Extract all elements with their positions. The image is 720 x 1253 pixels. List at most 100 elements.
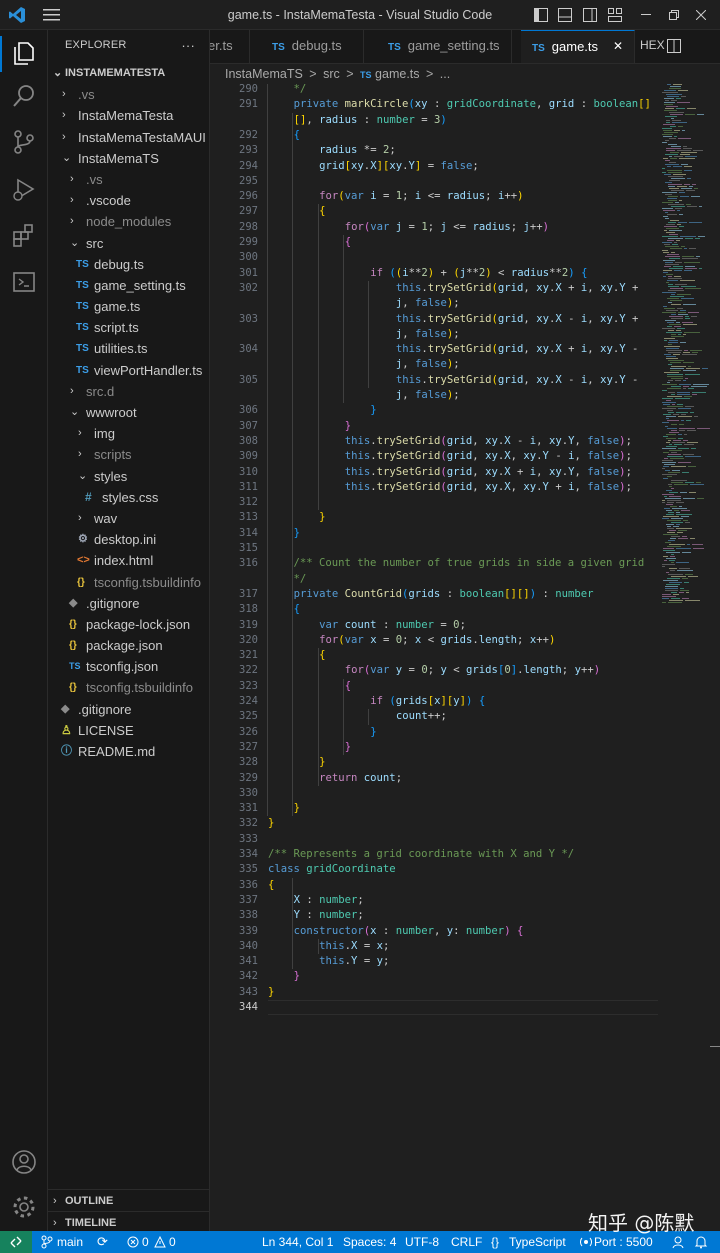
minimap-line [671,294,675,295]
tree-folder[interactable]: › .vs [48,84,209,105]
tree-file[interactable]: {} package.json [48,635,209,656]
minimap-line [671,518,683,519]
tab-debug[interactable]: TS debug.ts [250,30,364,63]
minimize-icon[interactable] [641,14,651,16]
remote-indicator[interactable] [0,1231,32,1253]
extensions-icon[interactable] [10,222,38,250]
split-editor-icon[interactable] [667,39,681,53]
hex-editor-button[interactable]: HEX [640,30,665,61]
tree-file[interactable]: TS game.ts [48,296,209,317]
minimap-line [671,178,685,179]
vertical-scrollbar[interactable] [710,84,720,1231]
tree-folder[interactable]: › InstaMemaTesta [48,105,209,126]
explorer-title: EXPLORER [65,39,127,51]
close-window-icon[interactable] [696,10,706,20]
terminal-icon[interactable] [10,268,38,296]
code-line: } [293,526,300,539]
close-tab-icon[interactable]: ✕ [613,31,623,62]
explorer-icon[interactable] [10,38,38,66]
tab-game[interactable]: TS game.ts ✕ [521,30,635,63]
accounts-status-icon[interactable] [671,1235,685,1249]
tree-file[interactable]: TS script.ts [48,317,209,338]
tree-file[interactable]: {} tsconfig.tsbuildinfo [48,572,209,593]
tree-file[interactable]: # styles.css [48,487,209,508]
notifications-bell-icon[interactable] [694,1235,708,1249]
error-count[interactable]: 0 [142,1231,149,1253]
minimap-line [679,430,685,431]
tree-folder[interactable]: ⌄ styles [48,466,209,487]
source-control-icon[interactable] [10,128,38,156]
tree-file[interactable]: TS viewPortHandler.ts [48,360,209,381]
workspace-root[interactable]: ⌄ INSTAMEMATESTA [48,63,209,84]
tree-folder[interactable]: › src.d [48,381,209,402]
minimap-line [673,594,679,595]
branch-name[interactable]: main [57,1231,83,1253]
timeline-section[interactable]: › TIMELINE [48,1211,209,1231]
language-mode[interactable]: TypeScript [509,1231,566,1253]
customize-layout-icon[interactable] [608,8,622,22]
encoding[interactable]: UTF-8 [405,1231,439,1253]
minimap-line [690,412,694,413]
tree-file[interactable]: TS tsconfig.json [48,656,209,677]
minimap-line [668,360,684,361]
tree-folder[interactable]: › wav [48,508,209,529]
tree-folder[interactable]: ⌄ wwwroot [48,402,209,423]
tree-file[interactable]: ⓘ README.md [48,741,209,762]
breadcrumb-item[interactable]: ... [440,67,450,81]
toggle-panel-icon[interactable] [558,8,572,22]
code-line: { [293,128,300,141]
minimap-line [685,378,688,379]
tree-folder[interactable]: › .vscode [48,190,209,211]
sync-icon[interactable]: ⟳ [97,1231,108,1253]
tree-file[interactable]: ⚙ desktop.ini [48,529,209,550]
line-number: 317 [239,587,258,600]
breadcrumb-item[interactable]: game.ts [375,67,419,81]
line-ending[interactable]: CRLF [451,1231,482,1253]
tree-folder[interactable]: › .vs [48,169,209,190]
tree-folder[interactable]: ⌄ InstaMemaTS [48,148,209,169]
minimap-line [674,276,681,277]
tree-file[interactable]: TS utilities.ts [48,338,209,359]
minimap-line [684,248,687,249]
tree-file[interactable]: ◆ .gitignore [48,699,209,720]
minimap-line [664,340,667,341]
tree-file[interactable]: TS game_setting.ts [48,275,209,296]
search-icon[interactable] [10,82,38,110]
tree-folder[interactable]: › InstaMemaTestaMAUI [48,127,209,148]
account-icon[interactable] [10,1148,38,1176]
toggle-sidebar-icon[interactable] [534,8,548,22]
settings-gear-icon[interactable] [10,1193,38,1221]
tree-folder[interactable]: › img [48,423,209,444]
minimap-line [665,164,679,165]
minimap-line [676,514,692,515]
breadcrumb-item[interactable]: InstaMemaTS [225,67,303,81]
tree-file[interactable]: ◆ .gitignore [48,593,209,614]
tree-folder[interactable]: ⌄ src [48,233,209,254]
tree-file[interactable]: TS debug.ts [48,254,209,275]
indentation[interactable]: Spaces: 4 [343,1231,396,1253]
line-number: 312 [239,496,258,509]
minimap-line [669,180,680,181]
breadcrumb-item[interactable]: src [323,67,340,81]
minimap-line [688,576,698,577]
tree-file[interactable]: <> index.html [48,550,209,571]
code-editor[interactable]: 290 291 292 293 294 295 296 297 298 299 300 301 302 3… [210,84,720,1231]
outline-section[interactable]: › OUTLINE [48,1189,209,1211]
minimap-line [665,262,673,263]
run-debug-icon[interactable] [10,175,38,203]
tree-folder[interactable]: › scripts [48,444,209,465]
tree-file[interactable]: {} tsconfig.tsbuildinfo [48,677,209,698]
minimap[interactable] [662,84,712,624]
code-line: j, false); [395,389,460,401]
tree-folder[interactable]: › node_modules [48,211,209,232]
minimap-line [664,338,675,339]
more-actions-icon[interactable]: ··· [181,30,195,61]
cursor-position[interactable]: Ln 344, Col 1 [262,1231,333,1253]
tree-file[interactable]: ♙ LICENSE [48,720,209,741]
tree-file[interactable]: {} package-lock.json [48,614,209,635]
tab-viewport-handler[interactable]: er.ts [210,30,250,63]
warning-count[interactable]: 0 [169,1231,176,1253]
tab-game-setting[interactable]: TS game_setting.ts [364,30,512,63]
toggle-secondary-sidebar-icon[interactable] [583,8,597,22]
restore-icon[interactable] [669,10,679,20]
